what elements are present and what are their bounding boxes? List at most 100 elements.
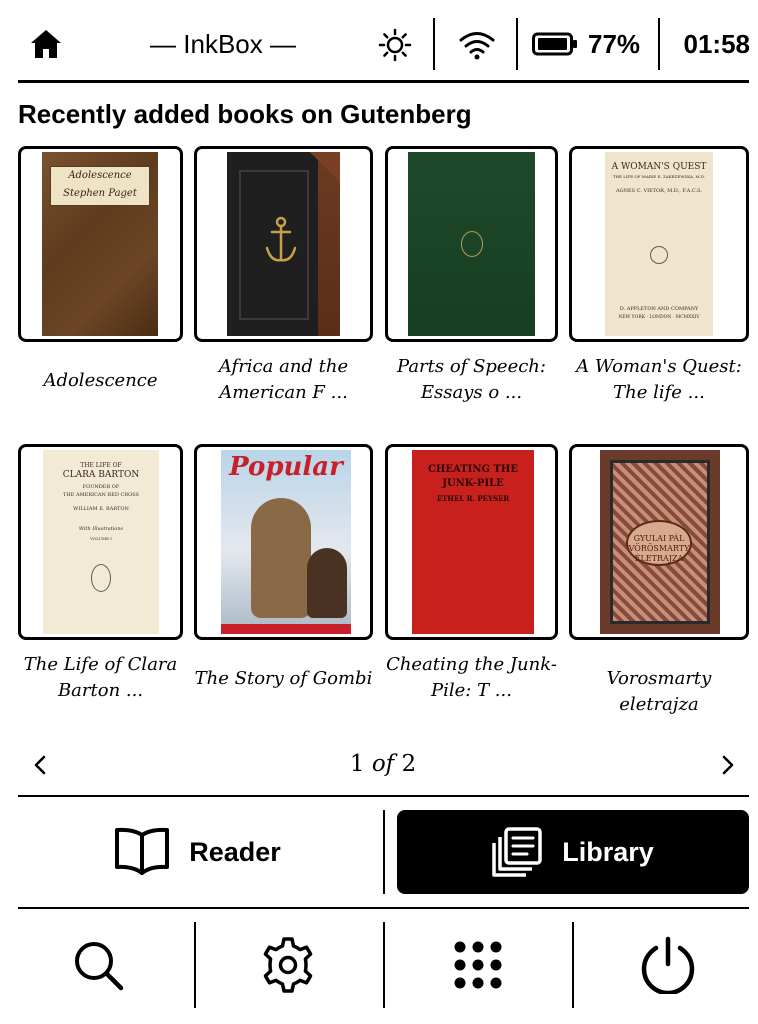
page-indicator: 1 of 2: [300, 746, 466, 782]
reader-button[interactable]: Reader: [18, 810, 376, 894]
toolbar-divider: [572, 922, 574, 1008]
cover-imprint-text: NEW YORK · LONDON · MCMXXIV: [618, 315, 700, 320]
wifi-button[interactable]: [450, 20, 504, 70]
cover-masthead: Popular: [229, 452, 343, 482]
brightness-button[interactable]: [370, 20, 420, 70]
header-divider: [18, 80, 749, 83]
book-cover-frame[interactable]: Adolescence Stephen Paget: [18, 146, 183, 342]
cover-title-text: A WOMAN'S QUEST: [611, 162, 707, 172]
app-title: — InkBox —: [150, 29, 296, 59]
book-cover: CHEATING THE JUNK-PILE ETHEL R. PEYSER: [412, 450, 534, 634]
book-item[interactable]: A WOMAN'S QUEST THE LIFE OF MARIE E. ZAK…: [569, 146, 749, 406]
cover-text: FOUNDER OF: [82, 484, 120, 490]
book-title: The Story of Gombi: [194, 668, 373, 689]
cover-subtitle-text: THE LIFE OF MARIE E. ZAKRZEWSKA, M.D.: [612, 174, 706, 179]
cover-text: VOLUME I: [90, 536, 112, 541]
book-title: Cheating the Junk-Pile: T ...: [386, 654, 557, 701]
book-cover-frame[interactable]: A WOMAN'S QUEST THE LIFE OF MARIE E. ZAK…: [569, 146, 749, 342]
cover-horse: [307, 548, 347, 618]
book-cover: THE LIFE OF CLARA BARTON FOUNDER OF THE …: [43, 450, 159, 634]
battery-icon: [532, 32, 577, 56]
book-cover: Popular: [221, 450, 351, 634]
battery-percent: 77%: [588, 29, 641, 59]
section-title: Recently added books on Gutenberg: [18, 99, 472, 129]
book-title: Adolescence: [43, 370, 158, 391]
home-icon: [31, 30, 61, 58]
status-bar: — InkBox — 77% 01:58: [18, 14, 751, 78]
wifi-icon: [459, 32, 495, 60]
cover-publisher-text: D. APPLETON AND COMPANY: [619, 306, 699, 312]
power-icon: [641, 936, 695, 994]
settings-icon: [263, 937, 313, 993]
cover-strip: [221, 624, 351, 634]
cover-title-text: CHEATING THE: [427, 464, 519, 475]
library-icon: [492, 827, 542, 877]
book-cover-frame[interactable]: Popular: [194, 444, 373, 640]
cover-emblem: [460, 231, 483, 257]
chevron-right-icon: [722, 755, 734, 775]
reader-label: Reader: [189, 836, 281, 867]
search-icon: [75, 942, 124, 991]
book-cover: [227, 152, 340, 336]
status-divider: [516, 18, 518, 70]
cover-figure: [251, 498, 311, 618]
book-title: The Life of Clara Barton ...: [23, 654, 178, 701]
apps-button[interactable]: [398, 922, 558, 1008]
cover-text: With Illustrations: [78, 526, 124, 532]
book-item[interactable]: Parts of Speech: Essays o ...: [385, 146, 558, 406]
toolbar-divider: [194, 922, 196, 1008]
book-cover-frame[interactable]: THE LIFE OF CLARA BARTON FOUNDER OF THE …: [18, 444, 183, 640]
book-cover: GYULAI PÁL VÖRÖSMARTY ÉLETRAJZA: [600, 450, 720, 634]
book-item[interactable]: CHEATING THE JUNK-PILE ETHEL R. PEYSER C…: [385, 444, 558, 704]
cover-text: THE AMERICAN RED CROSS: [63, 492, 139, 498]
book-title: Parts of Speech: Essays o ...: [397, 356, 546, 403]
book-open-icon: [115, 827, 170, 875]
status-divider: [433, 18, 435, 70]
book-cover-frame[interactable]: GYULAI PÁL VÖRÖSMARTY ÉLETRAJZA: [569, 444, 749, 640]
current-page: 1: [349, 751, 365, 777]
book-cover-frame[interactable]: [385, 146, 558, 342]
apps-icon: [454, 941, 502, 989]
book-cover: A WOMAN'S QUEST THE LIFE OF MARIE E. ZAK…: [605, 152, 713, 336]
book-item[interactable]: Africa and the American F ...: [194, 146, 373, 406]
home-button[interactable]: [20, 16, 72, 72]
book-item[interactable]: GYULAI PÁL VÖRÖSMARTY ÉLETRAJZA Vorosmar…: [569, 444, 749, 715]
cover-title-text: CLARA BARTON: [62, 470, 140, 480]
pagination-divider: [18, 795, 749, 797]
cover-author-text: AGNES C. VIETOR, M.D., F.A.C.S.: [616, 188, 702, 194]
battery-indicator: [530, 26, 580, 62]
status-divider: [658, 18, 660, 70]
page-of-word: of: [371, 751, 395, 777]
cover-corner: [310, 152, 340, 182]
book-title: Vorosmarty eletrajza: [606, 668, 712, 715]
cover-text: THE LIFE OF: [80, 462, 122, 469]
book-item[interactable]: THE LIFE OF CLARA BARTON FOUNDER OF THE …: [18, 444, 183, 704]
cover-seal: [91, 564, 111, 592]
cover-author-text: WILLIAM E. BARTON: [73, 506, 129, 512]
brightness-icon: [378, 28, 412, 62]
mode-divider: [383, 810, 385, 894]
cover-label: Adolescence Stephen Paget: [50, 166, 150, 206]
library-label: Library: [562, 836, 654, 867]
book-item[interactable]: Adolescence Stephen Paget Adolescence: [18, 146, 183, 406]
toolbar-divider: [383, 922, 385, 1008]
book-title: Africa and the American F ...: [218, 356, 349, 403]
book-cover: Adolescence Stephen Paget: [42, 152, 158, 336]
cover-plaque: GYULAI PÁL VÖRÖSMARTY ÉLETRAJZA: [626, 520, 692, 566]
toolbar-divider: [18, 907, 749, 909]
clock: 01:58: [683, 29, 751, 59]
search-button[interactable]: [18, 922, 178, 1008]
settings-button[interactable]: [208, 922, 368, 1008]
book-cover-frame[interactable]: [194, 146, 373, 342]
anchor-icon: [265, 216, 297, 262]
cover-author-text: ETHEL R. PEYSER: [436, 494, 510, 503]
book-cover: [408, 152, 535, 336]
book-item[interactable]: Popular The Story of Gombi: [194, 444, 373, 704]
book-title: A Woman's Quest: The life ...: [576, 356, 742, 403]
power-button[interactable]: [588, 922, 748, 1008]
library-button[interactable]: Library: [397, 810, 749, 894]
cover-seal: [650, 246, 668, 264]
next-page-button[interactable]: [706, 744, 750, 786]
previous-page-button[interactable]: [18, 744, 62, 786]
book-cover-frame[interactable]: CHEATING THE JUNK-PILE ETHEL R. PEYSER: [385, 444, 558, 640]
